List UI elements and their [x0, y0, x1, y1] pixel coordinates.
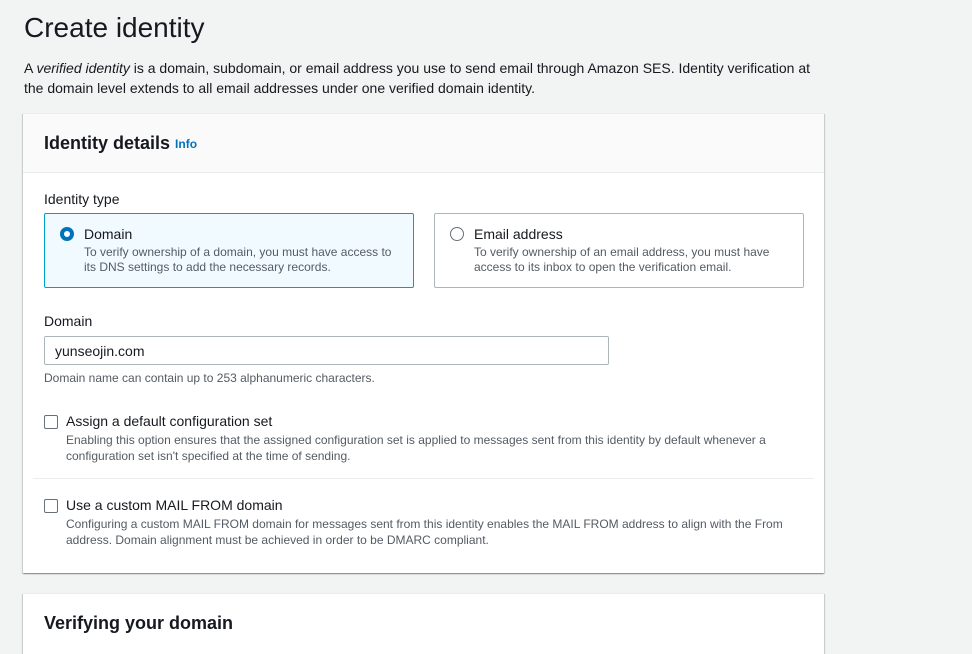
domain-label: Domain	[44, 313, 93, 329]
desc-prefix: A	[24, 60, 37, 76]
desc-italic: verified identity	[36, 60, 130, 76]
domain-option-title: Domain	[84, 226, 133, 242]
mail-from-desc: Configuring a custom MAIL FROM domain fo…	[66, 517, 783, 547]
email-option-title: Email address	[474, 226, 563, 242]
config-set-title: Assign a default configuration set	[66, 413, 273, 429]
panel-title: Identity details Info	[44, 132, 197, 155]
config-set-checkbox[interactable]	[44, 415, 58, 429]
identity-type-label: Identity type	[44, 191, 120, 207]
mail-from-checkbox[interactable]	[44, 499, 58, 513]
domain-radio[interactable]	[60, 227, 74, 241]
domain-input[interactable]	[44, 336, 609, 365]
config-set-desc: Enabling this option ensures that the as…	[66, 433, 766, 463]
panel-title-text: Identity details	[44, 133, 171, 153]
identity-type-domain-tile[interactable]: Domain To verify ownership of a domain, …	[44, 213, 414, 288]
desc-suffix: is a domain, subdomain, or email address…	[24, 60, 811, 96]
domain-hint: Domain name can contain up to 253 alphan…	[44, 371, 375, 385]
page-title: Create identity	[24, 12, 205, 43]
email-option-desc: To verify ownership of an email address,…	[474, 245, 770, 274]
identity-details-panel: Identity details Info Identity type Domai…	[23, 113, 824, 573]
mail-from-title: Use a custom MAIL FROM domain	[66, 497, 283, 513]
identity-type-email-tile[interactable]: Email address To verify ownership of an …	[434, 213, 804, 288]
verifying-domain-panel: Verifying your domain	[23, 593, 824, 654]
verifying-domain-title: Verifying your domain	[44, 613, 234, 633]
domain-option-desc: To verify ownership of a domain, you mus…	[84, 245, 392, 274]
page-description: A verified identity is a domain, subdoma…	[24, 58, 824, 98]
info-link[interactable]: Info	[175, 137, 197, 151]
panel-header: Identity details Info	[23, 114, 824, 173]
email-radio[interactable]	[450, 227, 464, 241]
divider	[33, 478, 814, 479]
